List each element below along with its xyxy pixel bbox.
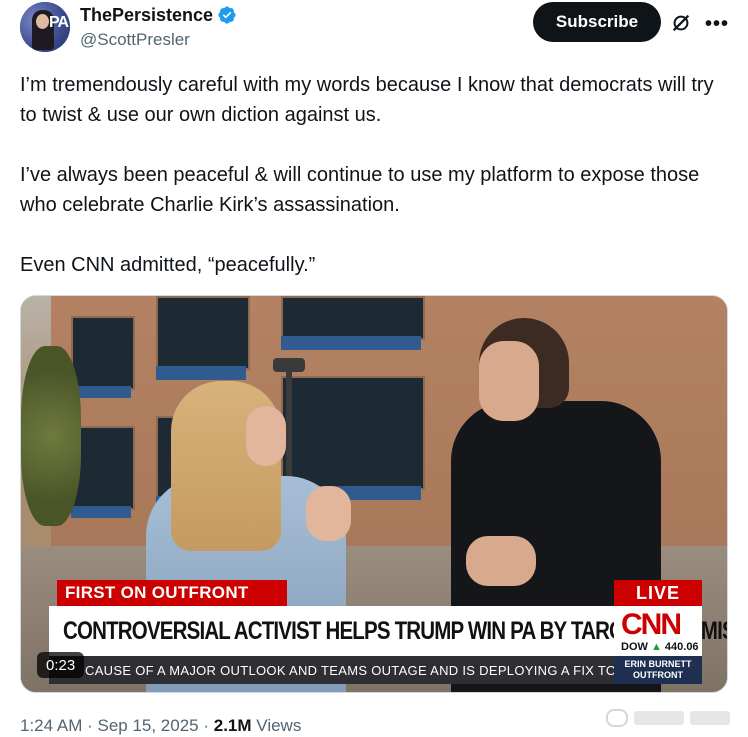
author-display-name[interactable]: ThePersistence — [80, 5, 213, 26]
avatar-face — [36, 14, 49, 29]
arrow-up-icon: ▲ — [650, 641, 662, 653]
avatar-logo-text: PA — [48, 14, 69, 31]
show-name-line: OUTFRONT — [633, 670, 683, 680]
watermark-bar — [634, 711, 684, 725]
building-band — [71, 506, 131, 518]
tweet-header: PA ThePersistence @ScottPresler Subscrib… — [20, 0, 732, 60]
dow-label: DOW — [621, 641, 648, 653]
video-frame-person-left-hand — [306, 486, 351, 541]
building-band — [71, 386, 131, 398]
tweet-date[interactable]: Sep 15, 2025 — [97, 716, 198, 735]
tweet-meta: 1:24 AM · Sep 15, 2025 · 2.1M Views — [20, 716, 301, 736]
watermark — [606, 706, 736, 730]
tweet-paragraph: I’m tremendously careful with my words b… — [20, 74, 714, 126]
meta-separator: · — [198, 716, 214, 735]
views-count: 2.1M — [213, 716, 252, 735]
video-player[interactable]: FIRST ON OUTFRONT LIVE CONTROVERSIAL ACT… — [20, 295, 728, 693]
author-handle[interactable]: @ScottPresler — [80, 30, 190, 50]
building-window — [281, 376, 425, 490]
dow-ticker: DOW ▲ 440.06 — [621, 641, 699, 653]
chyron-label: FIRST ON OUTFRONT — [57, 580, 287, 606]
more-options-icon[interactable]: ••• — [705, 13, 728, 35]
show-name: ERIN BURNETT OUTFRONT — [614, 656, 702, 684]
building-window — [281, 296, 425, 340]
building-window — [71, 316, 135, 390]
tweet-paragraph: Even CNN admitted, “peacefully.” — [20, 254, 316, 276]
chyron-headline: CONTROVERSIAL ACTIVIST HELPS TRUMP WIN P… — [49, 606, 727, 656]
building-band — [281, 336, 421, 350]
verified-badge-icon[interactable] — [217, 5, 237, 25]
avatar[interactable]: PA — [20, 2, 70, 52]
watermark-logo-icon — [606, 709, 628, 727]
tweet-text: I’m tremendously careful with my words b… — [20, 70, 732, 280]
show-name-line: ERIN BURNETT — [624, 659, 692, 669]
news-ticker: CAUSE OF A MAJOR OUTLOOK AND TEAMS OUTAG… — [49, 656, 615, 684]
tweet-paragraph: I’ve always been peaceful & will continu… — [20, 164, 700, 216]
views-label: Views — [256, 716, 302, 735]
watermark-bar — [690, 711, 730, 725]
dow-value: 440.06 — [664, 641, 699, 653]
chyron-live-badge: LIVE — [614, 580, 702, 606]
meta-separator: · — [82, 716, 98, 735]
video-duration-badge: 0:23 — [37, 652, 85, 678]
news-ticker-text: CAUSE OF A MAJOR OUTLOOK AND TEAMS OUTAG… — [85, 662, 615, 678]
video-frame-person-right-hands — [466, 536, 536, 586]
video-frame-person-left-face — [246, 406, 286, 466]
grok-icon[interactable] — [670, 12, 692, 34]
subscribe-button[interactable]: Subscribe — [533, 2, 661, 42]
building-band — [156, 366, 246, 380]
tweet-time[interactable]: 1:24 AM — [20, 716, 82, 735]
video-frame-person-right-face — [479, 341, 539, 421]
author-name-row: ThePersistence — [80, 4, 237, 26]
cnn-logo: CNN — [621, 608, 682, 641]
video-frame-tree — [21, 346, 81, 526]
building-window — [156, 296, 250, 370]
